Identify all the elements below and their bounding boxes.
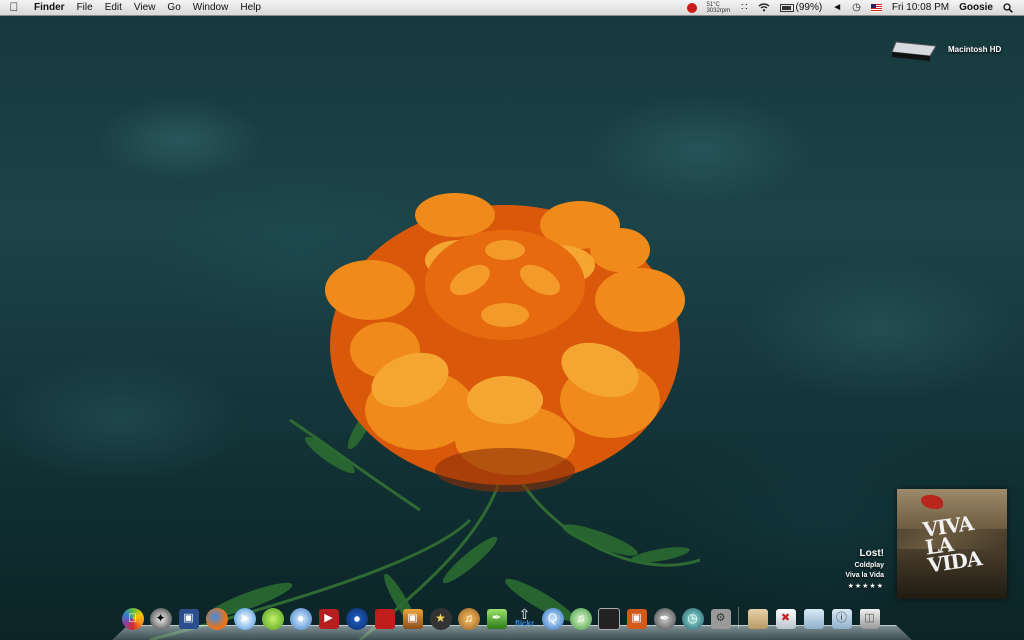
imovie-star-icon[interactable]: ★ [428,606,453,631]
settings-icon[interactable]: ⚙ [708,606,733,631]
dock-icons:  ✦ ▣ ➤ ● ▶ ▣ ★ ♫ ✒ ⇧ flickr Q ♫ ▣ ✒ ◷ ⚙… [120,601,885,631]
slideshow-icon[interactable]: ▣ [624,606,649,631]
spaces-icon[interactable]: ∷ [741,0,747,15]
desktop-drive-icon[interactable]: Macintosh HD [890,34,1015,64]
apple-icon[interactable]:  [0,0,28,15]
upload-flickr-icon[interactable]: ⇧ flickr [512,606,537,631]
desktop-wallpaper [0,0,1024,640]
compass-icon[interactable]: ✦ [148,606,173,631]
battery-icon[interactable]: (99%) [779,0,823,15]
trash-icon[interactable]: ◫ [857,606,882,631]
video-icon[interactable]: ▶ [316,606,341,631]
marigold-illustration [149,193,701,640]
time-machine-icon[interactable]: ◷ [680,606,705,631]
rating-stars[interactable]: ★★★★★ [845,582,884,590]
documents-folder-icon[interactable] [801,606,826,631]
spotlight-search-icon[interactable] [1003,2,1013,13]
volume-icon[interactable]: ◄ [832,0,842,15]
menu-window[interactable]: Window [187,0,235,15]
wifi-icon[interactable] [758,3,770,12]
menu-go[interactable]: Go [161,0,186,15]
preview-icon[interactable] [596,606,621,631]
album-art[interactable]: VIVA LA VIDA [897,489,1007,599]
menu-app-name[interactable]: Finder [28,0,71,15]
menu-help[interactable]: Help [234,0,267,15]
dock-separator [738,607,739,629]
menu-file[interactable]: File [71,0,99,15]
menu-edit[interactable]: Edit [99,0,128,15]
now-playing-widget: Lost! Coldplay Viva la Vida ★★★★★ [845,548,884,590]
photo-icon[interactable]: ▣ [176,606,201,631]
battery-percent: (99%) [795,2,823,13]
guitar-icon[interactable]: ♫ [456,606,481,631]
apple-rainbow-icon[interactable]:  [120,606,145,631]
album-art-title: VIVA LA VIDA [921,510,983,578]
track-title: Lost! [859,548,884,559]
utilities-folder-icon[interactable]: ✖ [773,606,798,631]
time-machine-menu-icon[interactable]: ◷ [852,0,861,15]
user-name[interactable]: Goosie [959,0,993,15]
chat-icon[interactable]: ● [288,606,313,631]
safari-icon[interactable]: ➤ [232,606,257,631]
book-icon[interactable] [372,606,397,631]
menu-bar:  Finder File Edit View Go Window Help 5… [0,0,1024,16]
hard-drive-icon [890,40,938,61]
menu-view[interactable]: View [128,0,162,15]
clock[interactable]: Fri 10:08 PM [892,0,949,15]
pen-icon[interactable]: ✒ [652,606,677,631]
fan-speed-value: 3032rpm [706,7,731,14]
info-folder-icon[interactable]: ⓘ [829,606,854,631]
album-name: Viva la Vida [845,572,884,579]
temperature-monitor-icon[interactable] [687,2,698,13]
upload-arrow-icon: ⇧ [518,605,531,622]
artist-name: Coldplay [854,562,884,569]
drive-label: Macintosh HD [948,44,1002,54]
input-flag-icon[interactable] [870,3,882,12]
quicktime-icon[interactable]: Q [540,606,565,631]
flickr-label: flickr [514,618,535,628]
lime-icon[interactable] [260,606,285,631]
itunes-icon[interactable]: ♫ [568,606,593,631]
feather-icon[interactable]: ✒ [484,606,509,631]
firefox-icon[interactable] [204,606,229,631]
applications-folder-icon[interactable] [745,606,770,631]
temperature-readout[interactable]: 51°C 3032rpm [706,2,730,14]
dvd-icon[interactable] [344,606,369,631]
photo-booth-icon[interactable]: ▣ [400,606,425,631]
